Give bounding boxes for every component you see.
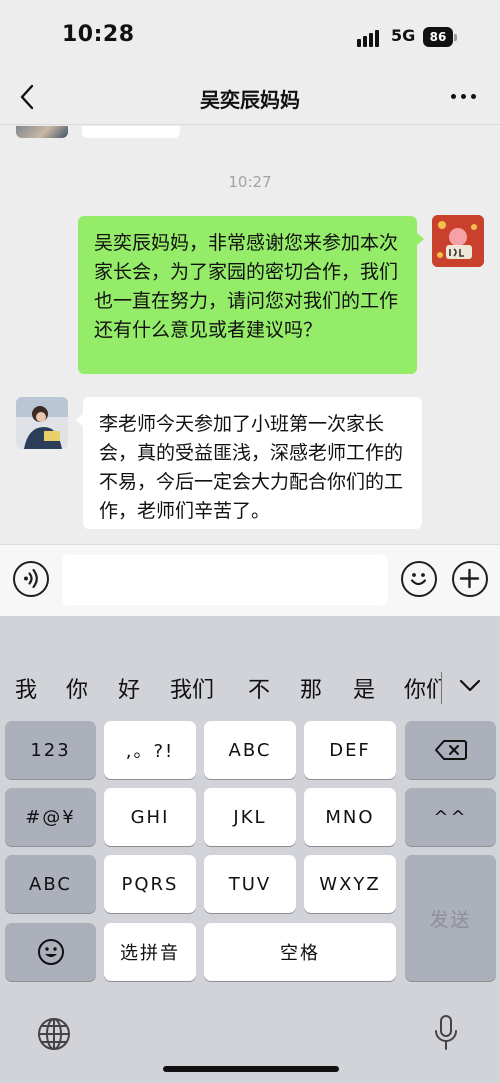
- emoji-key-icon: [37, 939, 64, 965]
- my-message-bubble[interactable]: 吴奕辰妈妈，非常感谢您来参加本次家长会，为了家园的密切合作，我们也一直在努力，请…: [78, 216, 424, 374]
- input-bar: [0, 544, 500, 616]
- candidate-word[interactable]: 你们: [404, 672, 442, 704]
- status-bar: 10:28 5G 86: [0, 0, 500, 70]
- key-abc-mode[interactable]: ABC: [5, 855, 96, 913]
- delete-key[interactable]: [405, 721, 496, 779]
- globe-icon[interactable]: [36, 1016, 72, 1052]
- emoji-key[interactable]: [5, 923, 96, 981]
- nav-bar: 吴奕辰妈妈: [0, 70, 500, 125]
- candidate-bar: 我 你 好 我们 不 那 是 你们: [0, 658, 500, 720]
- key-def[interactable]: DEF: [304, 721, 396, 779]
- more-icon[interactable]: [451, 94, 477, 100]
- plus-icon[interactable]: [452, 561, 488, 597]
- battery-icon: 86: [423, 27, 457, 47]
- message-timestamp: 10:27: [228, 173, 272, 191]
- keyboard: 我 你 好 我们 不 那 是 你们 123 ,。?! ABC DEF #@¥ G…: [0, 616, 500, 1083]
- key-jkl[interactable]: JKL: [204, 788, 296, 846]
- candidate-word[interactable]: 是: [353, 672, 375, 704]
- key-pqrs[interactable]: PQRS: [104, 855, 196, 913]
- contact-avatar[interactable]: [16, 397, 68, 449]
- key-mno[interactable]: MNO: [304, 788, 396, 846]
- key-punctuation[interactable]: ,。?!: [104, 721, 196, 779]
- candidate-word[interactable]: 你: [66, 672, 88, 704]
- home-indicator[interactable]: [163, 1066, 339, 1072]
- key-tuv[interactable]: TUV: [204, 855, 296, 913]
- chevron-down-icon[interactable]: [459, 678, 481, 692]
- key-123[interactable]: 123: [5, 721, 96, 779]
- chat-area[interactable]: 10:27 吴奕辰妈妈，非常感谢您来参加本次家长会，为了家园的密切合作，我们也一…: [0, 126, 500, 544]
- message-input[interactable]: [62, 555, 388, 605]
- my-avatar[interactable]: [432, 215, 484, 267]
- status-time: 10:28: [62, 22, 135, 47]
- microphone-icon[interactable]: [433, 1014, 459, 1052]
- previous-avatar[interactable]: [16, 126, 68, 138]
- candidate-word[interactable]: 那: [300, 672, 322, 704]
- network-label: 5G: [391, 26, 416, 45]
- candidate-word[interactable]: 我们: [170, 672, 214, 704]
- candidate-word[interactable]: 不: [248, 672, 270, 704]
- signal-icon: [357, 29, 383, 47]
- space-key[interactable]: 空格: [204, 923, 396, 981]
- key-ghi[interactable]: GHI: [104, 788, 196, 846]
- voice-icon[interactable]: [13, 561, 49, 597]
- candidate-word[interactable]: 好: [118, 672, 140, 704]
- key-face[interactable]: ^^: [405, 788, 496, 846]
- previous-message-bubble[interactable]: [82, 126, 180, 138]
- battery-level: 86: [423, 27, 453, 47]
- key-wxyz[interactable]: WXYZ: [304, 855, 396, 913]
- emoji-icon[interactable]: [401, 561, 437, 597]
- key-select-pinyin[interactable]: 选拼音: [104, 923, 196, 981]
- send-button[interactable]: 发送: [405, 855, 496, 981]
- candidate-word[interactable]: 我: [15, 672, 37, 704]
- chat-title: 吴奕辰妈妈: [200, 88, 300, 112]
- contact-message-bubble[interactable]: 李老师今天参加了小班第一次家长会，真的受益匪浅，深感老师工作的不易，今后一定会大…: [76, 397, 422, 529]
- delete-icon: [434, 740, 467, 760]
- key-abc[interactable]: ABC: [204, 721, 296, 779]
- key-symbols[interactable]: #@¥: [5, 788, 96, 846]
